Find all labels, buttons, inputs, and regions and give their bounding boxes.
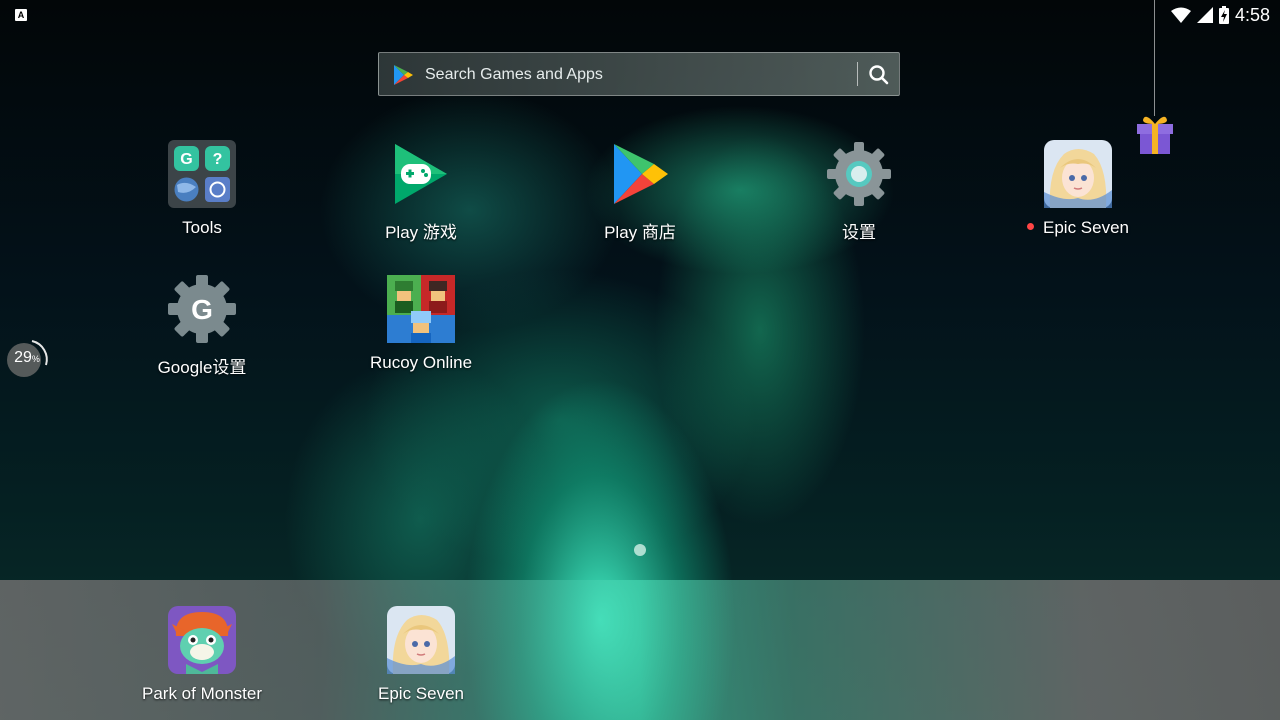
search-input[interactable]: Search Games and Apps: [425, 66, 603, 84]
app-label-text: Epic Seven: [1043, 218, 1129, 237]
dock-app-epic-seven[interactable]: Epic Seven: [321, 606, 521, 704]
page-indicator-dot[interactable]: [634, 544, 646, 556]
park-of-monster-icon: [168, 606, 236, 674]
app-label: Epic Seven: [978, 218, 1178, 238]
new-badge-dot: [1027, 223, 1034, 231]
svg-text:G: G: [180, 151, 192, 168]
search-divider: [857, 62, 858, 86]
app-label: Play 商店: [604, 223, 676, 242]
app-settings[interactable]: 设置: [759, 140, 959, 243]
app-tools[interactable]: G ? Tools: [102, 140, 302, 238]
app-label: Play 游戏: [385, 223, 457, 242]
gift-icon[interactable]: [1133, 112, 1177, 156]
app-label: Tools: [182, 218, 222, 237]
progress-widget[interactable]: 29%: [4, 337, 50, 383]
svg-text:?: ?: [213, 151, 223, 168]
play-store-logo-icon: [394, 65, 413, 85]
signal-icon: [1196, 7, 1213, 23]
svg-text:G: G: [191, 294, 213, 325]
search-icon[interactable]: [865, 61, 893, 89]
progress-unit: %: [31, 354, 40, 364]
app-label: Rucoy Online: [369, 353, 473, 372]
clock: 4:58: [1234, 4, 1270, 25]
app-label: Google设置: [157, 358, 247, 377]
battery-charging-icon: [1218, 6, 1229, 24]
status-icons[interactable]: 4:58: [1170, 4, 1270, 26]
settings-gear-icon: [825, 140, 893, 208]
app-label: 设置: [842, 223, 876, 242]
progress-number: 29: [14, 349, 32, 366]
play-store-icon: [606, 140, 674, 208]
status-bar: A 4:58: [0, 0, 1280, 30]
app-label: Park of Monster: [142, 684, 262, 703]
app-play-games[interactable]: Play 游戏: [321, 140, 521, 243]
epic-seven-icon: [1044, 140, 1112, 208]
app-label: Epic Seven: [378, 684, 464, 703]
app-play-store[interactable]: Play 商店: [540, 140, 740, 243]
wifi-icon: [1170, 7, 1191, 23]
gift-string: [1154, 0, 1155, 116]
rucoy-online-icon: [387, 275, 455, 343]
app-rucoy-online[interactable]: Rucoy Online: [321, 275, 521, 373]
epic-seven-icon: [387, 606, 455, 674]
play-games-icon: [387, 140, 455, 208]
dock-app-park-of-monster[interactable]: Park of Monster: [102, 606, 302, 704]
progress-value: 29%: [8, 349, 46, 367]
dock: Park of Monster Epic Seven: [0, 580, 1280, 720]
app-google-settings[interactable]: G Google设置: [102, 275, 302, 378]
google-settings-icon: G: [168, 275, 236, 343]
notification-icon[interactable]: A: [15, 9, 27, 21]
search-bar[interactable]: Search Games and Apps: [378, 52, 900, 96]
tools-folder-icon: G ?: [168, 140, 236, 208]
